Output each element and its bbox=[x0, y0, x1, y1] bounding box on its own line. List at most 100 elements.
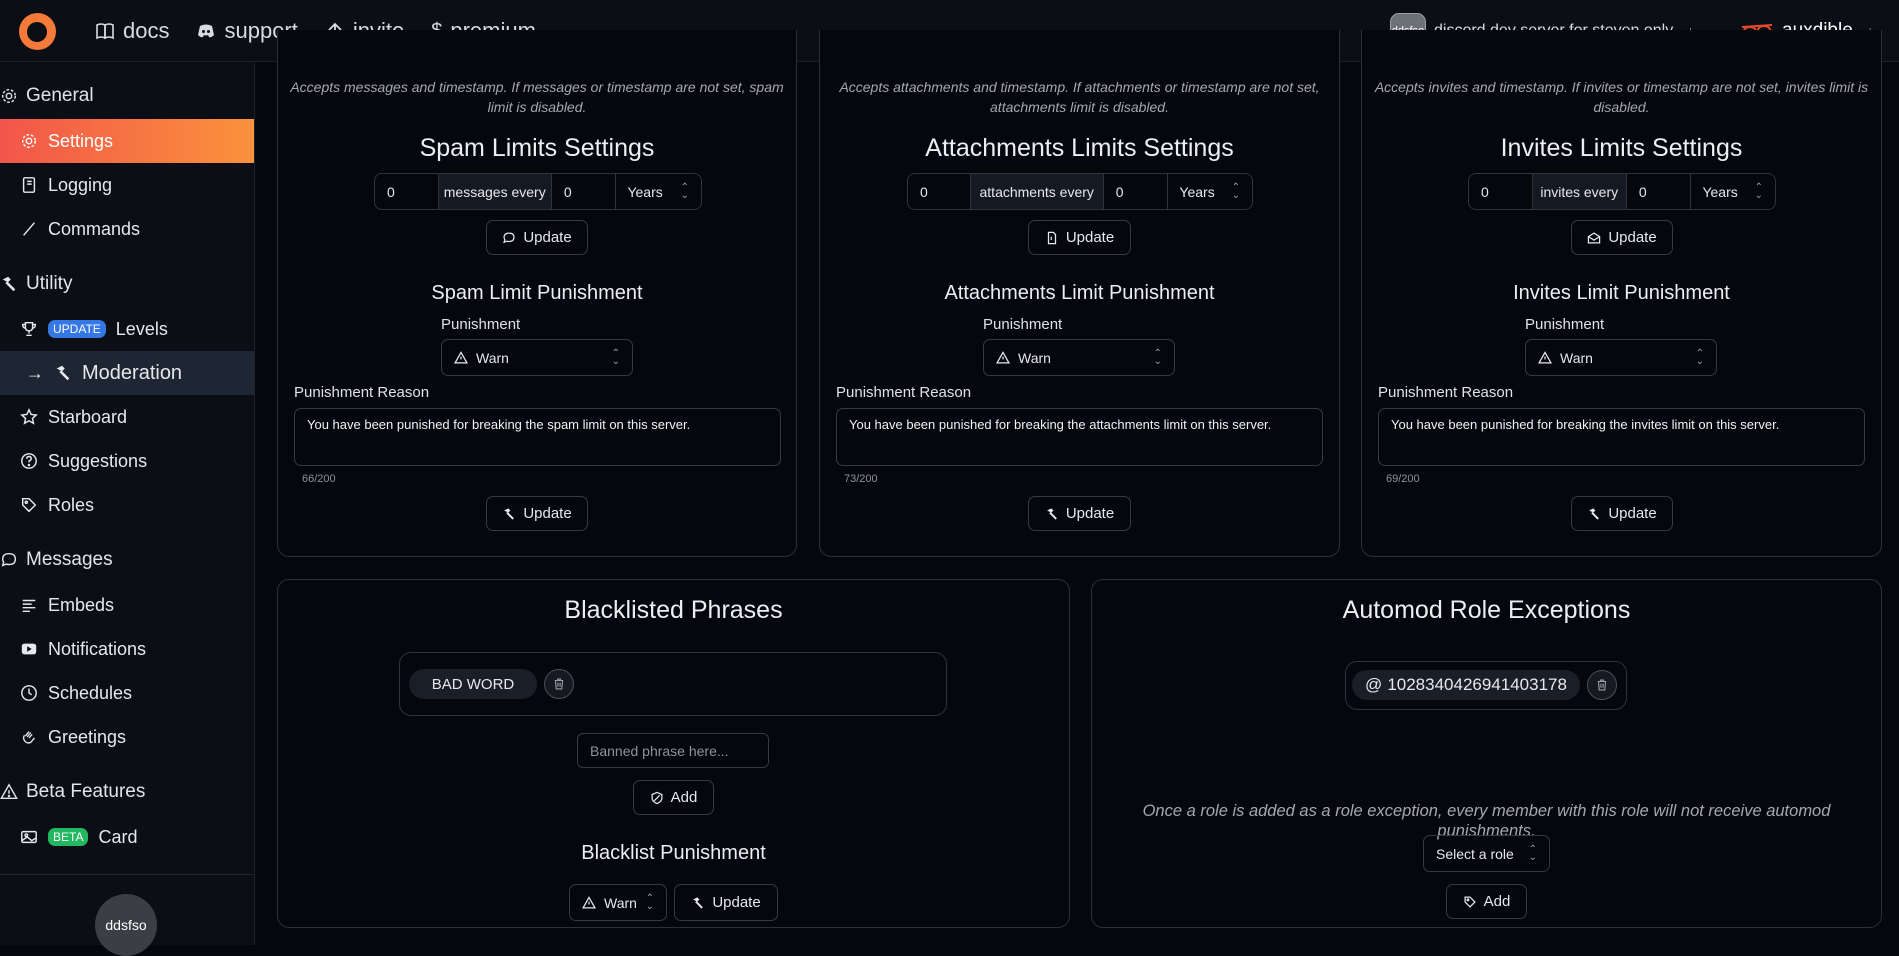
banned-phrase-input[interactable] bbox=[577, 733, 769, 768]
attachments-limits-card: Accepts attachments and timestamp. If at… bbox=[819, 30, 1340, 557]
period-select[interactable]: Years ⌃ ⌄ bbox=[616, 174, 701, 209]
interval-input[interactable]: 0 bbox=[1104, 174, 1169, 209]
sidebar-item-label: Settings bbox=[48, 130, 114, 151]
sidebar-item-levels[interactable]: UPDATE Levels bbox=[0, 307, 254, 351]
sidebar-item-roles[interactable]: Roles bbox=[0, 483, 254, 527]
attachments-punishment-update-button[interactable]: Update bbox=[1028, 496, 1131, 531]
envelope-open-icon bbox=[1588, 231, 1601, 244]
sidebar-item-starboard[interactable]: Starboard bbox=[0, 395, 254, 439]
sidebar-item-label: Schedules bbox=[48, 682, 133, 703]
punishment-value: Warn bbox=[604, 894, 637, 911]
sidebar-item-label: Levels bbox=[115, 318, 168, 339]
nav-docs-link[interactable]: docs bbox=[95, 18, 169, 44]
chevron-updown-icon: ⌃ ⌄ bbox=[1153, 347, 1162, 367]
sidebar-item-notifications[interactable]: Notifications bbox=[0, 627, 254, 671]
punishment-select[interactable]: Warn ⌃ ⌄ bbox=[1525, 339, 1717, 376]
phrases-list: BAD WORD bbox=[399, 652, 947, 716]
character-counter: 66/200 bbox=[302, 473, 336, 485]
reason-label: Punishment Reason bbox=[836, 384, 972, 401]
interval-input[interactable]: 0 bbox=[1627, 174, 1692, 209]
punishment-reason-textarea[interactable]: You have been punished for breaking the … bbox=[294, 408, 781, 466]
hammer-icon bbox=[504, 507, 515, 520]
at-icon: @ bbox=[1365, 675, 1383, 694]
attachments-update-button[interactable]: Update bbox=[1028, 220, 1131, 255]
sidebar-item-schedules[interactable]: Schedules bbox=[0, 671, 254, 715]
sidebar-item-settings[interactable]: Settings bbox=[0, 119, 254, 163]
star-icon bbox=[20, 408, 38, 425]
period-value: Years bbox=[1179, 183, 1215, 200]
role-id: 1028340426941403178 bbox=[1387, 675, 1567, 694]
gear-icon bbox=[21, 133, 37, 149]
button-label: Update bbox=[712, 894, 761, 911]
period-select[interactable]: Years ⌃ ⌄ bbox=[1168, 174, 1252, 209]
spam-update-button[interactable]: Update bbox=[486, 220, 588, 255]
period-value: Years bbox=[627, 183, 663, 200]
button-label: Add bbox=[1483, 893, 1511, 910]
delete-phrase-button[interactable] bbox=[544, 669, 574, 699]
sidebar-item-suggestions[interactable]: Suggestions bbox=[0, 439, 254, 483]
punishment-title: Attachments Limit Punishment bbox=[944, 282, 1215, 304]
hammer-icon bbox=[1589, 507, 1600, 520]
update-badge: UPDATE bbox=[48, 320, 106, 338]
add-phrase-button[interactable]: Add bbox=[633, 780, 714, 815]
app-logo[interactable] bbox=[19, 13, 56, 50]
sidebar-item-embeds[interactable]: Embeds bbox=[0, 583, 254, 627]
blacklist-update-button[interactable]: Update bbox=[674, 884, 778, 921]
chat-bubble-icon bbox=[1, 552, 17, 567]
reason-label: Punishment Reason bbox=[294, 384, 430, 401]
card-title: Spam Limits Settings bbox=[419, 134, 655, 162]
sidebar-item-logging[interactable]: Logging bbox=[0, 163, 254, 207]
section-label: General bbox=[26, 85, 94, 106]
book-icon bbox=[96, 23, 114, 40]
invites-update-button[interactable]: Update bbox=[1571, 220, 1673, 255]
invites-count-input[interactable]: 0 bbox=[1469, 174, 1533, 209]
blacklist-punishment-select[interactable]: Warn ⌃ ⌄ bbox=[569, 884, 667, 921]
sidebar-item-greetings[interactable]: Greetings bbox=[0, 715, 254, 759]
chat-bubble-icon bbox=[503, 231, 515, 243]
automod-role-exceptions-card: Automod Role Exceptions @ 10283404269414… bbox=[1091, 579, 1882, 928]
messages-count-input[interactable]: 0 bbox=[375, 174, 439, 209]
punishment-value: Warn bbox=[1018, 349, 1051, 366]
chevron-updown-icon: ⌃ ⌄ bbox=[1231, 181, 1240, 201]
gear-icon bbox=[1, 88, 17, 104]
invites-every-label: invites every bbox=[1532, 174, 1627, 209]
file-icon bbox=[1047, 231, 1056, 244]
punishment-reason-textarea[interactable]: You have been punished for breaking the … bbox=[836, 408, 1323, 466]
waving-hand-icon bbox=[22, 731, 35, 744]
punishment-select[interactable]: Warn ⌃ ⌄ bbox=[441, 339, 633, 376]
spam-punishment-update-button[interactable]: Update bbox=[486, 496, 588, 531]
punishment-select[interactable]: Warn ⌃ ⌄ bbox=[983, 339, 1175, 376]
attachments-count-input[interactable]: 0 bbox=[908, 174, 971, 209]
delete-role-button[interactable] bbox=[1587, 670, 1617, 700]
youtube-icon bbox=[21, 643, 37, 655]
sidebar-item-commands[interactable]: Commands bbox=[0, 207, 254, 251]
sidebar-item-card[interactable]: BETA Card bbox=[0, 815, 254, 859]
interval-input[interactable]: 0 bbox=[552, 174, 617, 209]
server-avatar[interactable]: ddsfso bbox=[95, 894, 157, 956]
punishment-value: Warn bbox=[476, 349, 509, 366]
hammer-icon bbox=[693, 896, 704, 909]
invites-punishment-update-button[interactable]: Update bbox=[1571, 496, 1673, 531]
card-description: Accepts messages and timestamp. If messa… bbox=[290, 79, 784, 115]
add-role-button[interactable]: Add bbox=[1446, 884, 1527, 919]
select-role-dropdown[interactable]: Select a role ⌃ ⌄ bbox=[1423, 835, 1550, 872]
invites-limit-inputs: 0 invites every 0 Years ⌃ ⌄ bbox=[1468, 173, 1776, 210]
period-select[interactable]: Years ⌃ ⌄ bbox=[1691, 174, 1775, 209]
image-icon bbox=[21, 830, 37, 844]
sidebar-item-label: Roles bbox=[48, 494, 95, 515]
punishment-label: Punishment bbox=[983, 316, 1063, 333]
role-chip: @ 1028340426941403178 bbox=[1352, 670, 1580, 700]
button-label: Update bbox=[523, 505, 572, 522]
card-description: Accepts invites and timestamp. If invite… bbox=[1374, 79, 1869, 115]
warning-icon bbox=[454, 350, 468, 364]
blacklist-punishment-title: Blacklist Punishment bbox=[581, 842, 766, 864]
sidebar-item-moderation[interactable]: → Moderation bbox=[0, 351, 254, 395]
slash-icon bbox=[23, 222, 35, 236]
role-exceptions-list: @ 1028340426941403178 bbox=[1345, 661, 1627, 710]
button-label: Update bbox=[1608, 505, 1657, 522]
punishment-reason-textarea[interactable]: You have been punished for breaking the … bbox=[1378, 408, 1865, 466]
card-description: Accepts attachments and timestamp. If at… bbox=[839, 79, 1320, 115]
trash-icon bbox=[554, 678, 564, 690]
button-label: Add bbox=[670, 789, 698, 806]
sidebar-item-label: Card bbox=[98, 826, 138, 847]
